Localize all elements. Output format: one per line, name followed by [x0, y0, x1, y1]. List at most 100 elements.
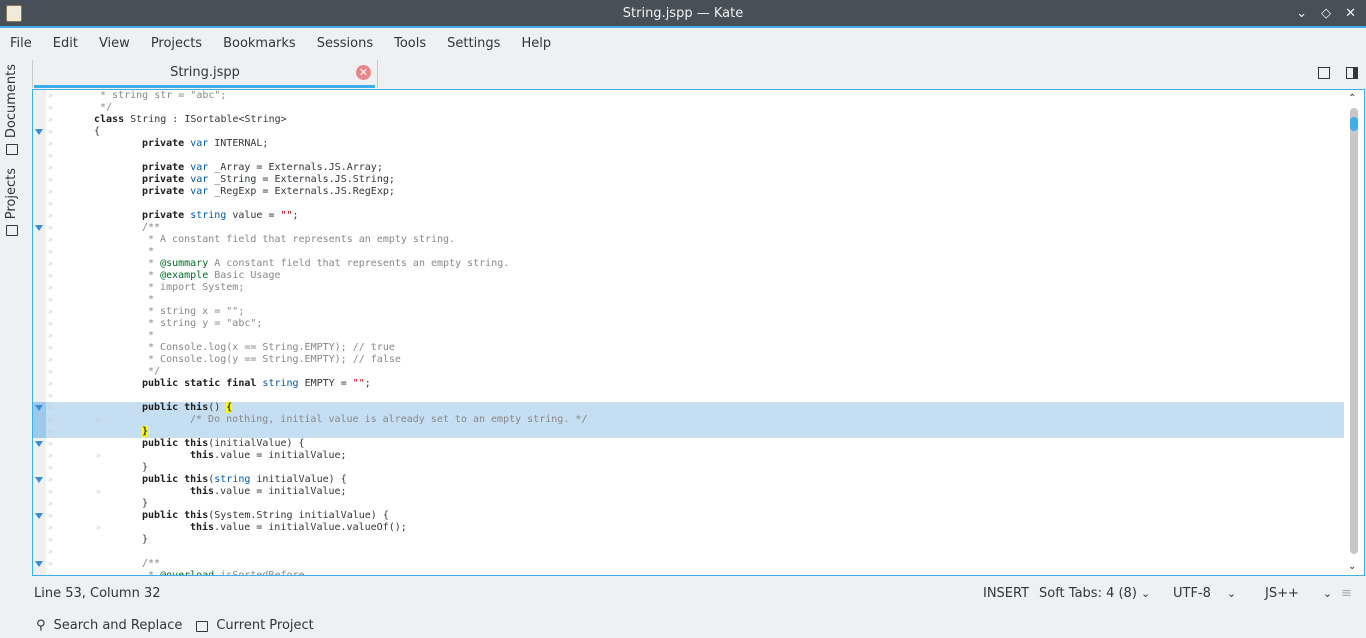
- encoding-setting[interactable]: UTF-8 ⌄: [1173, 582, 1236, 606]
- code-line[interactable]: » *: [33, 294, 1344, 306]
- code-text: public static final string EMPTY = "";: [142, 378, 371, 390]
- code-line[interactable]: » * @overload isSortedBefore: [33, 570, 1344, 575]
- code-line[interactable]: »{: [33, 126, 1344, 138]
- menu-view[interactable]: View: [99, 30, 140, 58]
- code-line[interactable]: » */: [33, 366, 1344, 378]
- code-text: class String : ISortable<String>: [94, 114, 287, 126]
- code-token-cm: * A constant field that represents an em…: [142, 234, 456, 245]
- code-line[interactable]: » class String : ISortable<String>: [33, 114, 1344, 126]
- code-line[interactable]: » * string y = "abc";: [33, 318, 1344, 330]
- menu-file[interactable]: File: [10, 30, 42, 58]
- fold-arrow-icon[interactable]: [35, 129, 43, 135]
- tab-marker: »: [48, 487, 53, 496]
- code-line[interactable]: »: [33, 546, 1344, 558]
- code-line[interactable]: » * @summary A constant field that repre…: [33, 258, 1344, 270]
- code-line[interactable]: » » this.value = initialValue;: [33, 450, 1344, 462]
- split-view-icon[interactable]: [1346, 67, 1358, 79]
- code-line[interactable]: »}: [33, 498, 1344, 510]
- code-line[interactable]: » * Console.log(y == String.EMPTY); // f…: [33, 354, 1344, 366]
- open-document-icon[interactable]: [1318, 67, 1330, 79]
- scrollbar-thumb[interactable]: [1350, 116, 1358, 131]
- code-line[interactable]: » private string value = "";: [33, 210, 1344, 222]
- title-bar: String.jspp — Kate ⌄ ◇ ✕: [0, 0, 1366, 28]
- code-line[interactable]: » * @example Basic Usage: [33, 270, 1344, 282]
- sidebar-projects-button[interactable]: Projects: [4, 168, 19, 237]
- code-text: * @example Basic Usage: [142, 270, 280, 282]
- code-line[interactable]: » private var _RegExp = Externals.JS.RegE…: [33, 186, 1344, 198]
- code-line[interactable]: » private var INTERNAL;: [33, 138, 1344, 150]
- code-editor[interactable]: » * string str = "abc";» */» class String…: [32, 89, 1365, 576]
- code-line[interactable]: » *: [33, 246, 1344, 258]
- code-line[interactable]: » * string str = "abc";: [33, 90, 1344, 102]
- code-line[interactable]: » */: [33, 102, 1344, 114]
- code-line[interactable]: » public this(string initialValue) {: [33, 474, 1344, 486]
- code-line[interactable]: » » this.value = initialValue;: [33, 486, 1344, 498]
- syntax-mode-setting[interactable]: JS++ ⌄: [1265, 582, 1332, 606]
- fold-arrow-icon[interactable]: [35, 225, 43, 231]
- tab-marker: »: [48, 475, 53, 484]
- sidebar-documents-button[interactable]: Documents: [4, 64, 19, 156]
- tab-string-jspp[interactable]: String.jspp ✕: [32, 60, 378, 88]
- input-mode[interactable]: INSERT: [983, 582, 1029, 606]
- indentation-setting[interactable]: Soft Tabs: 4 (8) ⌄: [1039, 582, 1150, 606]
- fold-arrow-icon[interactable]: [35, 513, 43, 519]
- gutter-cell: [33, 294, 46, 306]
- vertical-scrollbar[interactable]: ⌃ ⌄: [1344, 90, 1364, 575]
- minimize-icon[interactable]: ⌄: [1296, 0, 1307, 28]
- tab-marker: »: [48, 271, 53, 280]
- menu-bookmarks[interactable]: Bookmarks: [223, 30, 306, 58]
- code-line[interactable]: » * A constant field that represents an …: [33, 234, 1344, 246]
- code-line[interactable]: » public this(System.String initialValue)…: [33, 510, 1344, 522]
- code-line[interactable]: »}: [33, 426, 1344, 438]
- code-lines[interactable]: » * string str = "abc";» */» class String…: [33, 90, 1344, 575]
- code-line[interactable]: » * import System;: [33, 282, 1344, 294]
- code-line[interactable]: » * Console.log(x == String.EMPTY); // t…: [33, 342, 1344, 354]
- fold-arrow-icon[interactable]: [35, 405, 43, 411]
- code-text: */: [94, 102, 112, 114]
- code-line[interactable]: »}: [33, 534, 1344, 546]
- code-line[interactable]: » » /* Do nothing, initial value is alread…: [33, 414, 1344, 426]
- code-line[interactable]: » public this(initialValue) {: [33, 438, 1344, 450]
- fold-arrow-icon[interactable]: [35, 441, 43, 447]
- code-line[interactable]: »}: [33, 462, 1344, 474]
- close-icon[interactable]: ✕: [1345, 0, 1356, 28]
- code-line[interactable]: » public static final string EMPTY = "";: [33, 378, 1344, 390]
- code-token-ty: var: [190, 138, 209, 149]
- code-line[interactable]: » » this.value = initialValue.valueOf();: [33, 522, 1344, 534]
- kate-app-icon: [6, 5, 22, 22]
- scroll-up-icon[interactable]: ⌃: [1348, 93, 1356, 104]
- word-wrap-icon[interactable]: ≡: [1341, 582, 1352, 606]
- code-line[interactable]: » /**: [33, 222, 1344, 234]
- close-tab-icon[interactable]: ✕: [356, 65, 371, 80]
- code-line[interactable]: » * string x = "";: [33, 306, 1344, 318]
- menu-settings[interactable]: Settings: [447, 30, 510, 58]
- maximize-icon[interactable]: ◇: [1321, 0, 1331, 28]
- code-line[interactable]: » *: [33, 330, 1344, 342]
- tab-marker: »: [48, 331, 53, 340]
- fold-arrow-icon[interactable]: [35, 477, 43, 483]
- search-and-replace-button[interactable]: ⚲ Search and Replace: [36, 614, 182, 638]
- menu-sessions[interactable]: Sessions: [317, 30, 383, 58]
- code-line[interactable]: » private var _Array = Externals.JS.Array…: [33, 162, 1344, 174]
- current-project-button[interactable]: Current Project: [196, 614, 314, 638]
- fold-arrow-icon[interactable]: [35, 561, 43, 567]
- menu-tools[interactable]: Tools: [394, 30, 436, 58]
- menu-help[interactable]: Help: [521, 30, 561, 58]
- code-token-cm: * string y = "abc";: [142, 318, 263, 329]
- cursor-position[interactable]: Line 53, Column 32: [34, 582, 161, 606]
- scroll-down-icon[interactable]: ⌄: [1348, 561, 1356, 572]
- code-text: */: [142, 366, 160, 378]
- code-text: *: [142, 330, 154, 342]
- code-line[interactable]: »: [33, 198, 1344, 210]
- code-line[interactable]: »: [33, 150, 1344, 162]
- code-token-cm: * Console.log(x == String.EMPTY); // tru…: [142, 342, 395, 353]
- code-line[interactable]: » private var _String = Externals.JS.Stri…: [33, 174, 1344, 186]
- menu-projects[interactable]: Projects: [151, 30, 212, 58]
- scrollbar-track[interactable]: [1350, 108, 1358, 554]
- code-line[interactable]: » public this() {: [33, 402, 1344, 414]
- menu-edit[interactable]: Edit: [53, 30, 88, 58]
- code-line[interactable]: » /**: [33, 558, 1344, 570]
- tab-marker: »: [48, 259, 53, 268]
- code-line[interactable]: »: [33, 390, 1344, 402]
- code-token-cm: */: [94, 102, 113, 113]
